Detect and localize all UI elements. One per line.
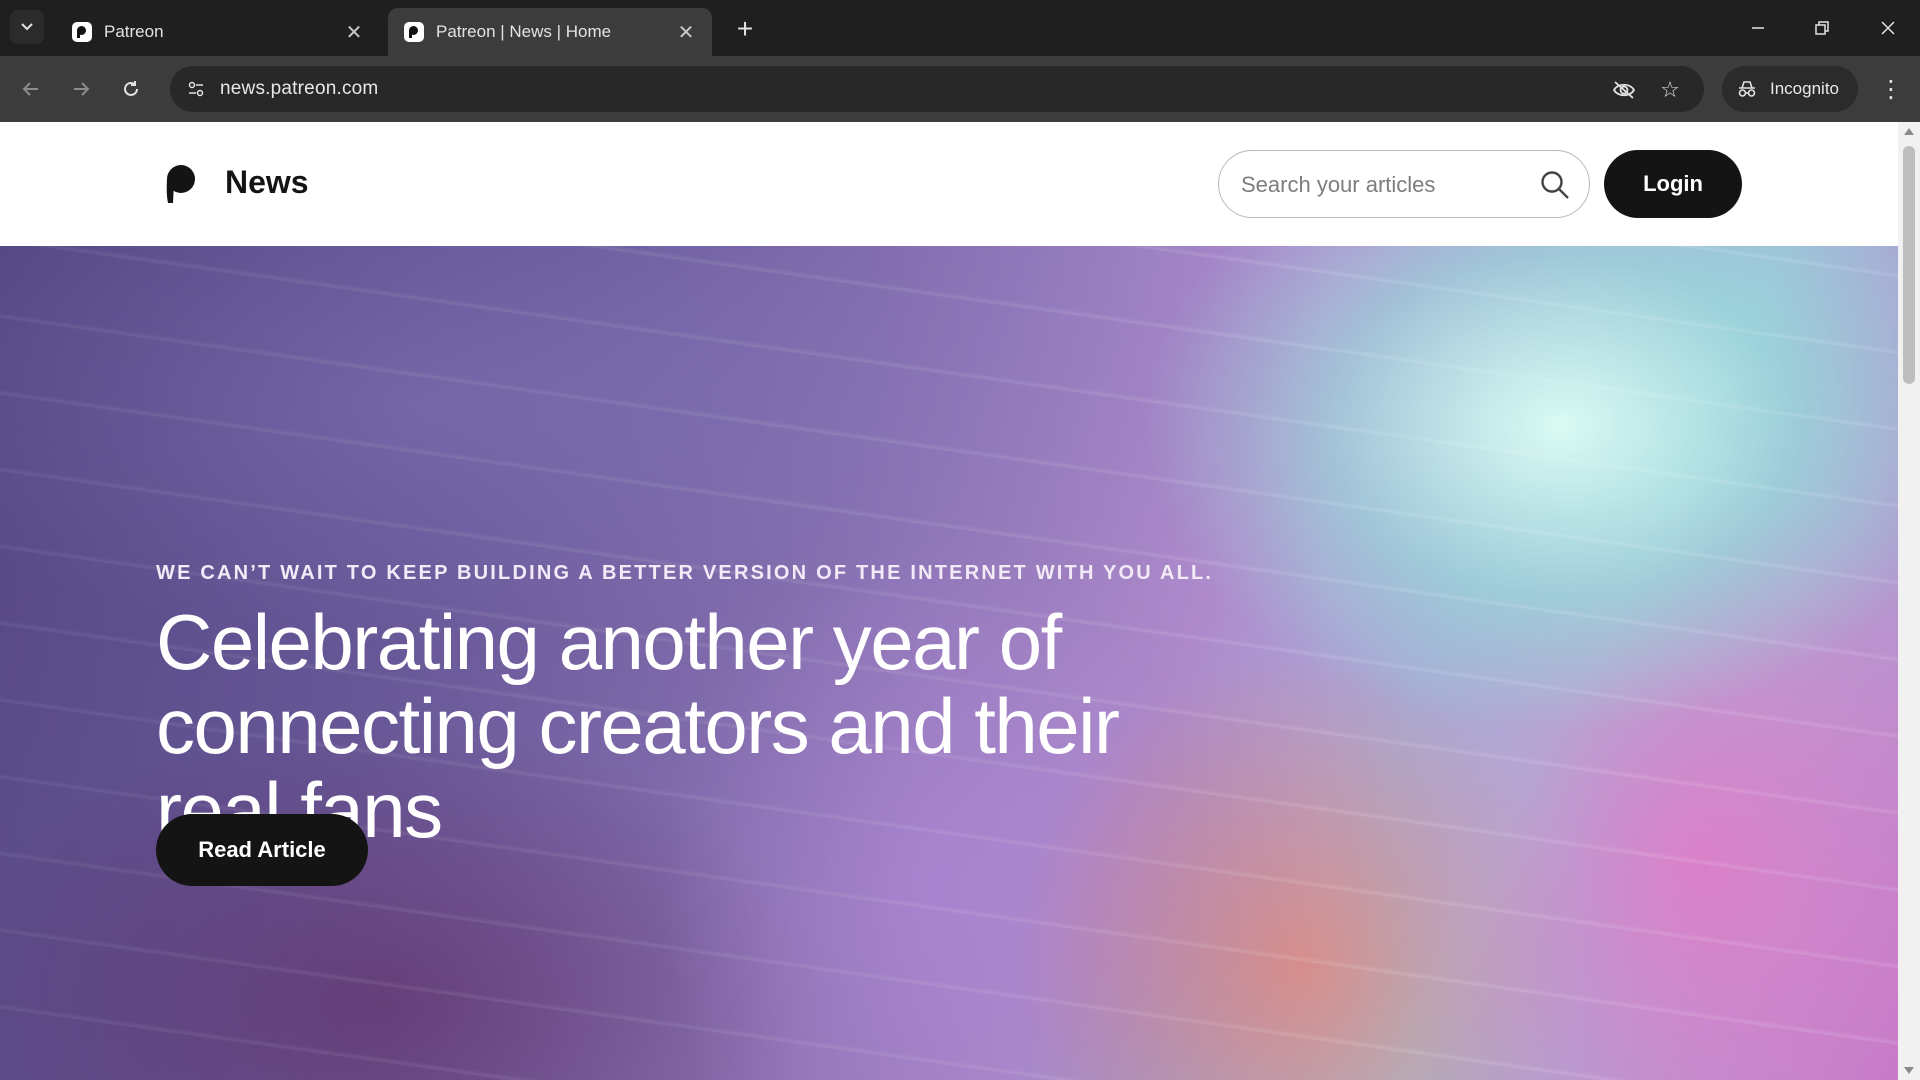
- patreon-favicon-icon: [72, 22, 92, 42]
- search-icon[interactable]: [1539, 169, 1571, 201]
- forward-button[interactable]: [64, 72, 98, 106]
- tracking-protection-button[interactable]: [1610, 76, 1638, 104]
- reload-button[interactable]: [114, 72, 148, 106]
- scroll-down-arrow-icon[interactable]: [1904, 1067, 1914, 1074]
- plus-icon: +: [736, 13, 754, 44]
- back-button[interactable]: [14, 72, 48, 106]
- arrow-left-icon: [22, 82, 38, 96]
- tab-title: Patreon: [104, 22, 164, 41]
- close-icon[interactable]: ✕: [342, 20, 366, 44]
- patreon-favicon-icon: [404, 22, 424, 42]
- restore-icon: [1815, 21, 1829, 35]
- incognito-label: Incognito: [1770, 79, 1839, 98]
- minimize-button[interactable]: [1734, 8, 1782, 48]
- close-icon: [1881, 21, 1895, 35]
- chevron-down-icon: [21, 23, 33, 31]
- bookmark-star-icon[interactable]: ☆: [1656, 76, 1684, 104]
- eye-off-icon: [1612, 81, 1636, 99]
- hero-banner: WE CAN’T WAIT TO KEEP BUILDING A BETTER …: [0, 246, 1898, 1080]
- browser-toolbar: news.patreon.com ☆ Incognito ⋮: [0, 56, 1920, 122]
- hero-kicker: WE CAN’T WAIT TO KEEP BUILDING A BETTER …: [156, 562, 1214, 584]
- tab-title: Patreon | News | Home: [436, 22, 612, 41]
- brand-title[interactable]: News: [225, 164, 309, 201]
- close-window-button[interactable]: [1864, 8, 1912, 48]
- tab-search-dropdown-button[interactable]: [10, 10, 44, 44]
- login-button[interactable]: Login: [1604, 150, 1742, 218]
- tab-patreon-news[interactable]: Patreon | News | Home ✕: [388, 8, 712, 56]
- site-info-button[interactable]: [182, 75, 210, 103]
- minimize-icon: [1752, 27, 1764, 29]
- more-vertical-icon: ⋮: [1879, 75, 1903, 103]
- scrollbar-thumb[interactable]: [1903, 146, 1915, 384]
- incognito-icon: [1738, 81, 1756, 97]
- address-bar[interactable]: news.patreon.com ☆: [170, 66, 1704, 112]
- restore-button[interactable]: [1798, 8, 1846, 48]
- url-text[interactable]: news.patreon.com: [220, 78, 378, 100]
- reload-icon: [124, 81, 138, 96]
- tab-patreon[interactable]: Patreon ✕: [56, 8, 380, 56]
- read-article-button[interactable]: Read Article: [156, 814, 368, 886]
- site-header: News Login: [0, 122, 1898, 246]
- scroll-up-arrow-icon[interactable]: [1904, 128, 1914, 135]
- search-input[interactable]: [1241, 169, 1531, 201]
- browser-menu-button[interactable]: ⋮: [1874, 72, 1908, 106]
- patreon-logo-icon[interactable]: [162, 164, 196, 204]
- new-tab-button[interactable]: +: [728, 12, 762, 46]
- browser-tab-bar: Patreon ✕ Patreon | News | Home ✕ +: [0, 0, 1920, 56]
- search-box[interactable]: [1218, 150, 1590, 218]
- tune-icon: [188, 81, 204, 97]
- arrow-right-icon: [74, 82, 90, 96]
- incognito-indicator[interactable]: Incognito: [1722, 66, 1858, 112]
- page-viewport: News Login WE CAN’T WAIT TO KEEP BUILDIN…: [0, 122, 1920, 1080]
- close-icon[interactable]: ✕: [674, 20, 698, 44]
- page-scrollbar[interactable]: [1898, 122, 1920, 1080]
